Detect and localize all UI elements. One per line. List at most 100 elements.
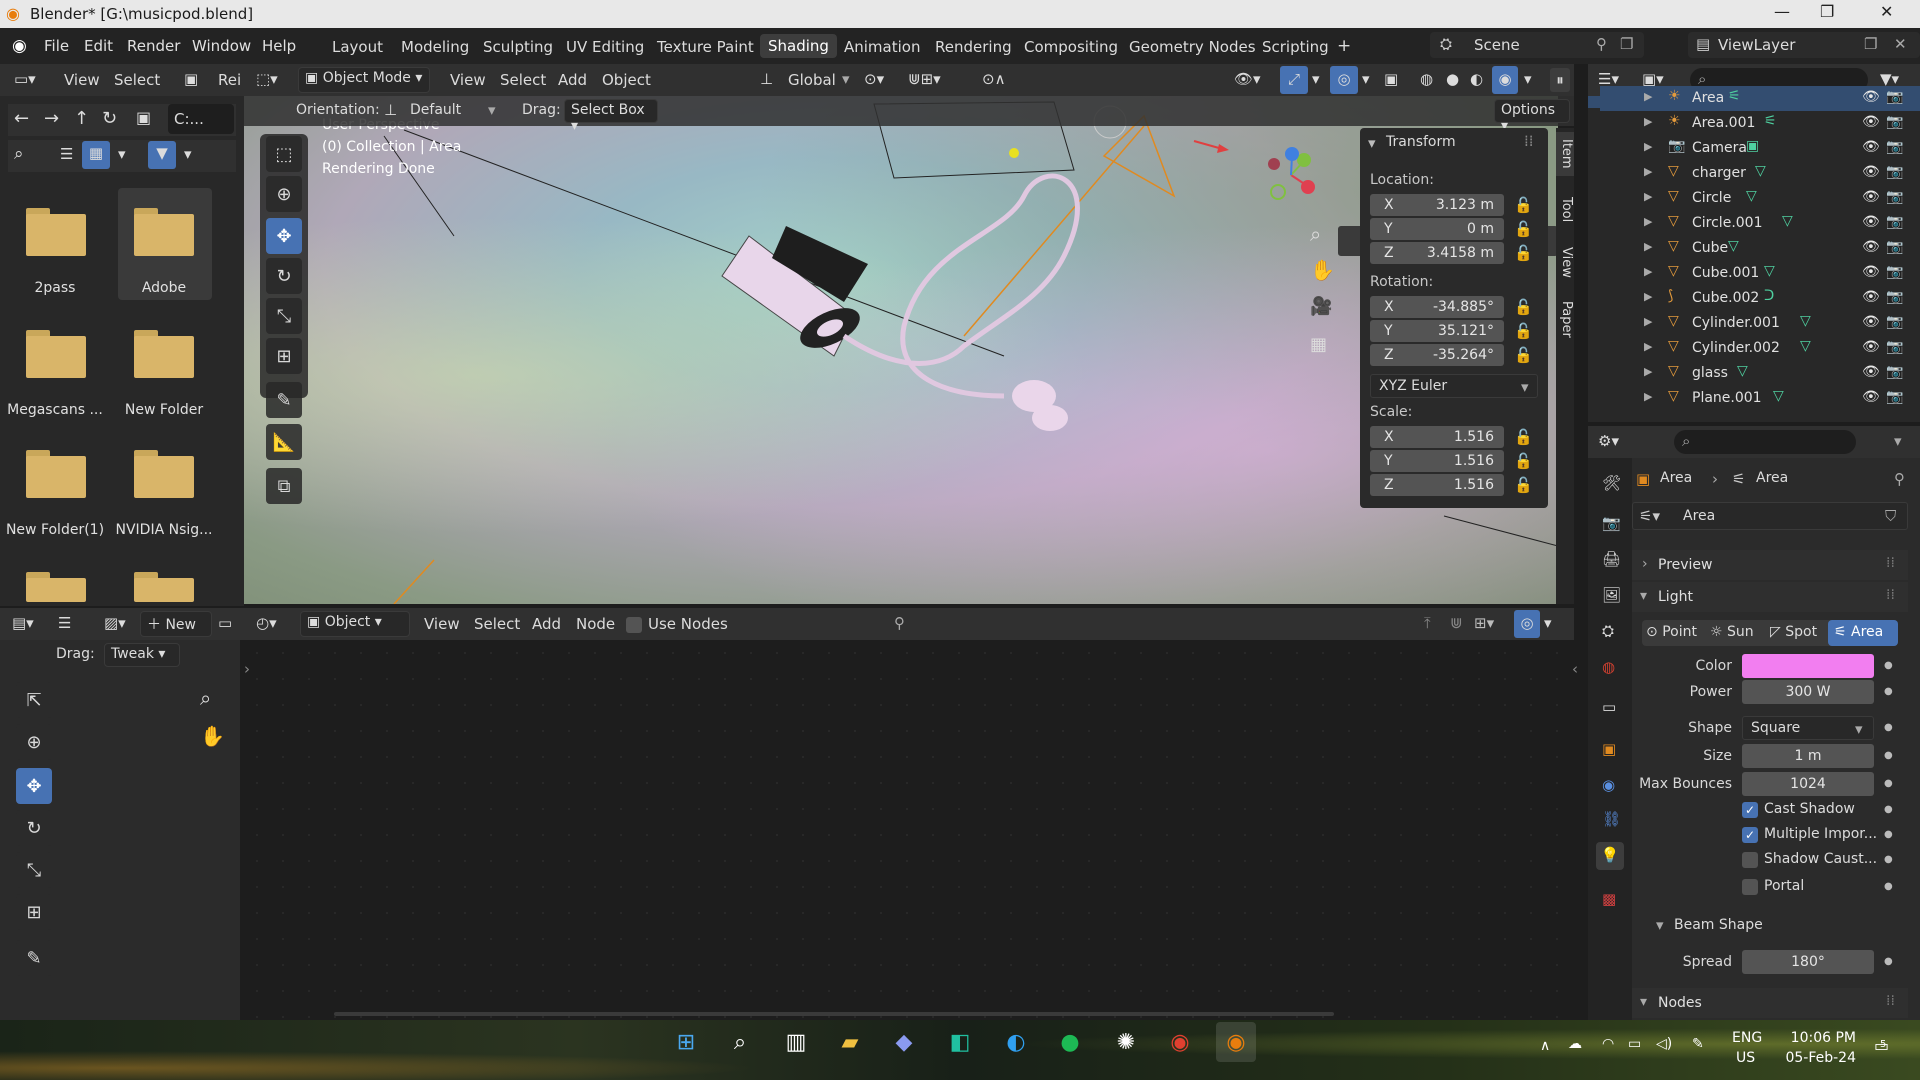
- object-data-icon[interactable]: ▽: [1755, 163, 1766, 179]
- hamburger-icon[interactable]: ☰: [58, 614, 71, 632]
- collapse-icon[interactable]: ▾: [1368, 134, 1376, 152]
- object-data-icon[interactable]: ▽: [1737, 363, 1748, 379]
- cursor-tool-icon[interactable]: ⊕: [266, 176, 302, 212]
- tab-uv-editing[interactable]: UV Editing: [566, 38, 644, 56]
- pen-icon[interactable]: ✎: [1692, 1036, 1704, 1052]
- scale-x-field[interactable]: X 1.516: [1370, 426, 1504, 448]
- scale-z-field[interactable]: Z 1.516: [1370, 474, 1504, 496]
- node-canvas[interactable]: › ‹: [244, 640, 1578, 1020]
- list-view-icon[interactable]: ☰: [60, 145, 73, 163]
- object-data-icon[interactable]: ᑐ: [1764, 288, 1774, 304]
- object-tab-icon[interactable]: ▣: [1602, 740, 1616, 758]
- constraints-tab-icon[interactable]: ⛓: [1602, 810, 1621, 828]
- render-visibility-icon[interactable]: 📷: [1886, 114, 1903, 130]
- render-visibility-icon[interactable]: 📷: [1886, 239, 1903, 255]
- render-visibility-icon[interactable]: 📷: [1886, 289, 1903, 305]
- expand-arrow-icon[interactable]: ▶: [1644, 165, 1652, 178]
- expand-arrow-icon[interactable]: ▶: [1644, 340, 1652, 353]
- world-tab-icon[interactable]: ◍: [1602, 658, 1615, 676]
- outliner-item[interactable]: ▶ 📷 Camera ▣ 👁 📷: [1600, 136, 1920, 161]
- outliner-item[interactable]: ▶ ▽ Cylinder.001 ▽ 👁 📷: [1600, 311, 1920, 336]
- light-type-sun[interactable]: ☼ Sun: [1706, 620, 1766, 646]
- transform-tool-icon[interactable]: ⊞: [266, 338, 302, 374]
- expand-arrow-icon[interactable]: ▶: [1644, 115, 1652, 128]
- rotation-mode-select[interactable]: XYZ Euler ▾: [1370, 374, 1538, 398]
- section-preview[interactable]: › Preview ⁞⁞: [1632, 550, 1908, 580]
- keyframe-dot-icon[interactable]: ●: [1884, 722, 1893, 733]
- transform-tool-icon[interactable]: ⊞: [16, 894, 52, 930]
- tab-shading[interactable]: Shading: [760, 34, 837, 58]
- multiple-importance-checkbox[interactable]: ✓: [1742, 827, 1758, 843]
- start-icon[interactable]: ⊞: [666, 1022, 706, 1062]
- new-viewlayer-icon[interactable]: ❐: [1864, 35, 1877, 53]
- lock-icon[interactable]: 🔓: [1514, 244, 1533, 262]
- editor-type-icon[interactable]: ▤▾: [12, 614, 34, 632]
- shader-type-select[interactable]: ▣ Object ▾: [300, 611, 410, 637]
- image-browse-icon[interactable]: ▨▾: [104, 614, 126, 632]
- visibility-eye-icon[interactable]: 👁: [1862, 389, 1880, 405]
- maximize-button[interactable]: ❐: [1820, 2, 1834, 21]
- ortho-toggle-icon[interactable]: ▦: [1310, 334, 1327, 355]
- render-visibility-icon[interactable]: 📷: [1886, 164, 1903, 180]
- forward-icon[interactable]: →: [44, 108, 59, 129]
- zoom-icon[interactable]: ⌕: [200, 686, 211, 710]
- move-tool-icon[interactable]: ✥: [16, 768, 52, 804]
- drag-handle-icon[interactable]: ⁞⁞: [1886, 555, 1895, 571]
- scene-selector[interactable]: ⛭ Scene ⚲ ❐: [1430, 32, 1644, 58]
- edge-icon[interactable]: ◐: [996, 1022, 1036, 1062]
- folder-icon[interactable]: [134, 450, 194, 498]
- outliner-item[interactable]: ▶ ☀ Area.001 ⚟ 👁 📷: [1600, 111, 1920, 136]
- output-tab-icon[interactable]: 🖨: [1602, 550, 1621, 568]
- expand-arrow-icon[interactable]: ▶: [1644, 290, 1652, 303]
- orientation-value[interactable]: Default: [410, 102, 461, 118]
- menu-window[interactable]: Window: [192, 37, 251, 55]
- light-type-point[interactable]: ⊙ Point: [1642, 620, 1706, 646]
- outliner-item[interactable]: ▶ ☀ Area ⚟ 👁 📷: [1600, 86, 1920, 111]
- lock-icon[interactable]: 🔓: [1514, 196, 1533, 214]
- light-type-area[interactable]: ⚟ Area: [1828, 620, 1898, 646]
- cursor-tool-icon[interactable]: ⊕: [16, 724, 52, 760]
- app-icon[interactable]: ◆: [884, 1022, 924, 1062]
- tab-scripting[interactable]: Scripting: [1262, 38, 1329, 56]
- rotation-y-field[interactable]: Y 35.121°: [1370, 320, 1504, 342]
- axis-x-icon[interactable]: [1301, 180, 1315, 194]
- outliner-item[interactable]: ▶ ▽ Circle.001 ▽ 👁 📷: [1600, 211, 1920, 236]
- camera-view-icon[interactable]: 🎥: [1310, 296, 1332, 317]
- expand-arrow-icon[interactable]: ▶: [1644, 140, 1652, 153]
- scale-y-field[interactable]: Y 1.516: [1370, 450, 1504, 472]
- options-button[interactable]: Options ▾: [1494, 99, 1570, 134]
- folder-icon[interactable]: [26, 450, 86, 498]
- snap-grid-icon[interactable]: ⊞▾: [1474, 614, 1494, 632]
- render-tab-icon[interactable]: 📷: [1602, 514, 1621, 532]
- rotation-z-field[interactable]: Z -35.264°: [1370, 344, 1504, 366]
- pivot-icon[interactable]: ⊙▾: [864, 70, 884, 88]
- tab-rendering[interactable]: Rendering: [935, 38, 1012, 56]
- tab-sculpting[interactable]: Sculpting: [483, 38, 553, 56]
- expand-arrow-icon[interactable]: ▶: [1644, 190, 1652, 203]
- outliner-item[interactable]: ▶ ⟆ Cube.002 ᑐ 👁 📷: [1600, 286, 1920, 311]
- location-x-field[interactable]: X 3.123 m: [1370, 194, 1504, 216]
- lock-icon[interactable]: 🔓: [1514, 476, 1533, 494]
- tab-compositing[interactable]: Compositing: [1024, 38, 1118, 56]
- drag-tweak-select[interactable]: Tweak ▾: [104, 643, 180, 667]
- shading-dropdown-icon[interactable]: ▾: [1524, 70, 1532, 88]
- render-visibility-icon[interactable]: 📷: [1886, 89, 1903, 105]
- new-image-button[interactable]: ＋ New: [140, 611, 212, 637]
- outliner-item[interactable]: ▶ ▽ Cube ▽ 👁 📷: [1600, 236, 1920, 261]
- expand-arrow-icon[interactable]: ▶: [1644, 365, 1652, 378]
- fb-path-field[interactable]: C:...: [168, 104, 234, 134]
- render-visibility-icon[interactable]: 📷: [1886, 189, 1903, 205]
- folder-icon[interactable]: [26, 208, 86, 256]
- object-data-icon[interactable]: ▽: [1800, 313, 1811, 329]
- add-workspace-button[interactable]: +: [1337, 36, 1351, 56]
- onedrive-icon[interactable]: ☁: [1568, 1036, 1582, 1052]
- rendered-shading-icon[interactable]: ◉: [1492, 66, 1518, 94]
- datablock-selector[interactable]: ⚟▾ Area ⛉: [1632, 502, 1908, 530]
- snap-icon[interactable]: ⋓⊞▾: [908, 70, 941, 88]
- vp-menu-object[interactable]: Object: [602, 71, 651, 89]
- visibility-eye-icon[interactable]: 👁: [1862, 264, 1880, 280]
- lock-icon[interactable]: 🔓: [1514, 220, 1533, 238]
- keyframe-dot-icon[interactable]: ●: [1884, 750, 1893, 761]
- close-button[interactable]: ✕: [1880, 2, 1893, 21]
- new-scene-icon[interactable]: ❐: [1620, 35, 1633, 53]
